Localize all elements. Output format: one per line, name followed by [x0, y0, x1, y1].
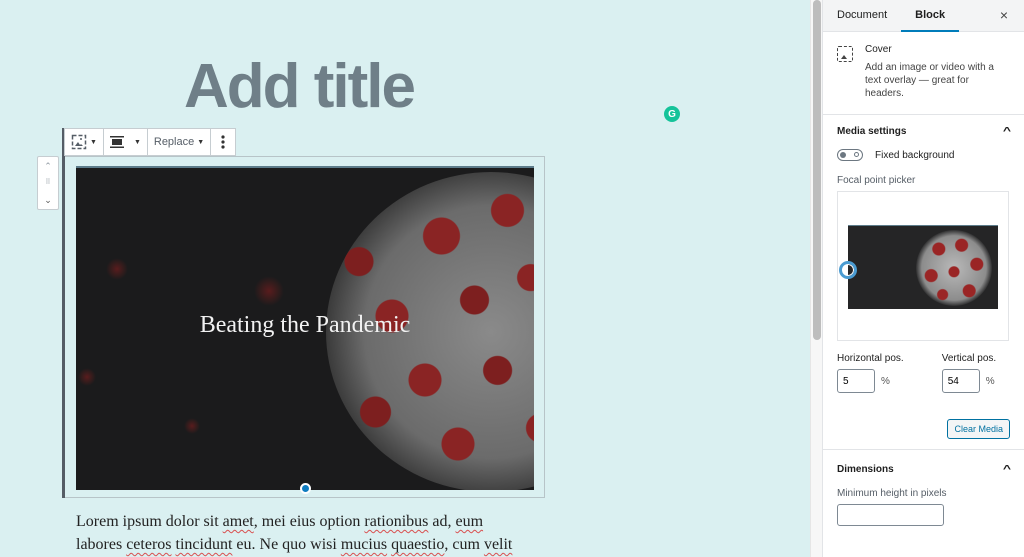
- editor-scrollbar[interactable]: [810, 0, 822, 557]
- move-down-icon[interactable]: ⌄: [44, 193, 52, 207]
- vertical-pos-input[interactable]: [941, 369, 980, 393]
- tab-block[interactable]: Block: [901, 0, 960, 32]
- caret-down-icon: ▼: [197, 138, 205, 146]
- paragraph-line-2: labores ceteros tincidunt eu. Ne quo wis…: [76, 533, 536, 556]
- horizontal-pos-label: Horizontal pos.: [837, 353, 904, 364]
- misspelled-word[interactable]: quaestio: [391, 536, 444, 553]
- chevron-up-icon: ^: [1002, 463, 1012, 475]
- scrollbar-thumb[interactable]: [813, 0, 821, 340]
- text: , mei eius option: [253, 513, 365, 530]
- caret-down-icon: ▼: [90, 138, 97, 146]
- block-name: Cover: [865, 44, 892, 55]
- text: , cum: [444, 536, 484, 553]
- block-description: Add an image or video with a text overla…: [865, 62, 994, 99]
- coronavirus-thumbnail: [916, 230, 992, 306]
- percent-label: %: [881, 375, 890, 387]
- block-type-switcher[interactable]: ▼: [71, 134, 97, 150]
- text: ad,: [428, 513, 456, 530]
- focal-point-preview-image: [848, 225, 998, 309]
- panel-title: Media settings: [837, 125, 907, 137]
- replace-button[interactable]: Replace ▼: [154, 136, 204, 148]
- media-settings-toggle[interactable]: Media settings ^: [837, 115, 1012, 147]
- text: eu. Ne quo wisi: [232, 536, 341, 553]
- chevron-up-icon: ^: [1002, 125, 1012, 137]
- sidebar-tabs: Document Block ×: [823, 0, 1024, 32]
- cover-title[interactable]: Beating the Pandemic: [76, 312, 534, 339]
- vertical-pos-label: Vertical pos.: [941, 353, 997, 364]
- misspelled-word[interactable]: amet: [223, 513, 254, 530]
- focal-point-handle[interactable]: [839, 261, 857, 279]
- tab-document[interactable]: Document: [823, 0, 901, 32]
- paragraph-line-1: Lorem ipsum dolor sit amet, mei eius opt…: [76, 510, 536, 533]
- cover-block[interactable]: Beating the Pandemic: [76, 166, 534, 490]
- focal-point-label: Focal point picker: [837, 175, 916, 186]
- replace-label: Replace: [153, 136, 195, 148]
- close-icon[interactable]: ×: [1000, 7, 1008, 23]
- resize-handle[interactable]: [300, 483, 311, 494]
- bokeh-glow: [254, 276, 284, 306]
- align-full-icon: [109, 136, 124, 148]
- bokeh-glow: [184, 418, 200, 434]
- block-mover: ⌃ ⠿ ⌄: [37, 156, 59, 210]
- align-button[interactable]: ▼: [109, 136, 141, 148]
- block-card: Cover Add an image or video with a text …: [823, 32, 1024, 115]
- misspelled-word[interactable]: ceteros: [126, 536, 171, 553]
- caret-down-icon: ▼: [133, 138, 141, 146]
- misspelled-word[interactable]: mucius: [341, 536, 387, 553]
- panel-title: Dimensions: [837, 463, 894, 475]
- min-height-input[interactable]: [837, 504, 944, 526]
- horizontal-pos-input[interactable]: [837, 369, 875, 393]
- more-options-button[interactable]: [221, 135, 225, 149]
- percent-label: %: [985, 375, 995, 387]
- block-toolbar: ▼ ▼ Replace ▼: [64, 128, 237, 156]
- fixed-background-toggle[interactable]: [837, 149, 863, 161]
- text: labores: [76, 536, 127, 553]
- editor-canvas: Add title ▼ ▼ Replace ▼ ⌃ ⠿ ⌄ Beating th…: [0, 0, 812, 557]
- misspelled-word[interactable]: tincidunt: [176, 536, 233, 553]
- grammarly-icon[interactable]: G: [664, 106, 680, 122]
- bokeh-glow: [106, 258, 128, 280]
- media-settings-panel: Media settings ^ Fixed background Focal …: [823, 115, 1024, 450]
- settings-sidebar: Document Block × Cover Add an image or v…: [822, 0, 1024, 557]
- misspelled-word[interactable]: rationibus: [364, 513, 428, 530]
- move-up-icon[interactable]: ⌃: [44, 159, 52, 173]
- misspelled-word[interactable]: eum: [456, 513, 484, 530]
- text: Lorem ipsum dolor sit: [76, 513, 223, 530]
- clear-media-button[interactable]: Clear Media: [947, 419, 1010, 439]
- misspelled-word[interactable]: velit: [484, 536, 512, 553]
- fixed-background-label: Fixed background: [875, 149, 955, 161]
- cover-icon: [837, 46, 853, 62]
- focal-point-picker[interactable]: [837, 191, 1009, 341]
- post-title-input[interactable]: Add title: [184, 52, 416, 122]
- bokeh-glow: [78, 368, 96, 386]
- dimensions-panel: Dimensions ^ Minimum height in pixels: [823, 450, 1024, 538]
- min-height-label: Minimum height in pixels: [837, 488, 947, 499]
- dimensions-toggle[interactable]: Dimensions ^: [837, 450, 1012, 488]
- cover-icon: [71, 134, 87, 150]
- paragraph-block[interactable]: Lorem ipsum dolor sit amet, mei eius opt…: [76, 510, 536, 556]
- vertical-ellipsis-icon: [221, 135, 225, 149]
- drag-handle-icon[interactable]: ⠿: [45, 176, 50, 190]
